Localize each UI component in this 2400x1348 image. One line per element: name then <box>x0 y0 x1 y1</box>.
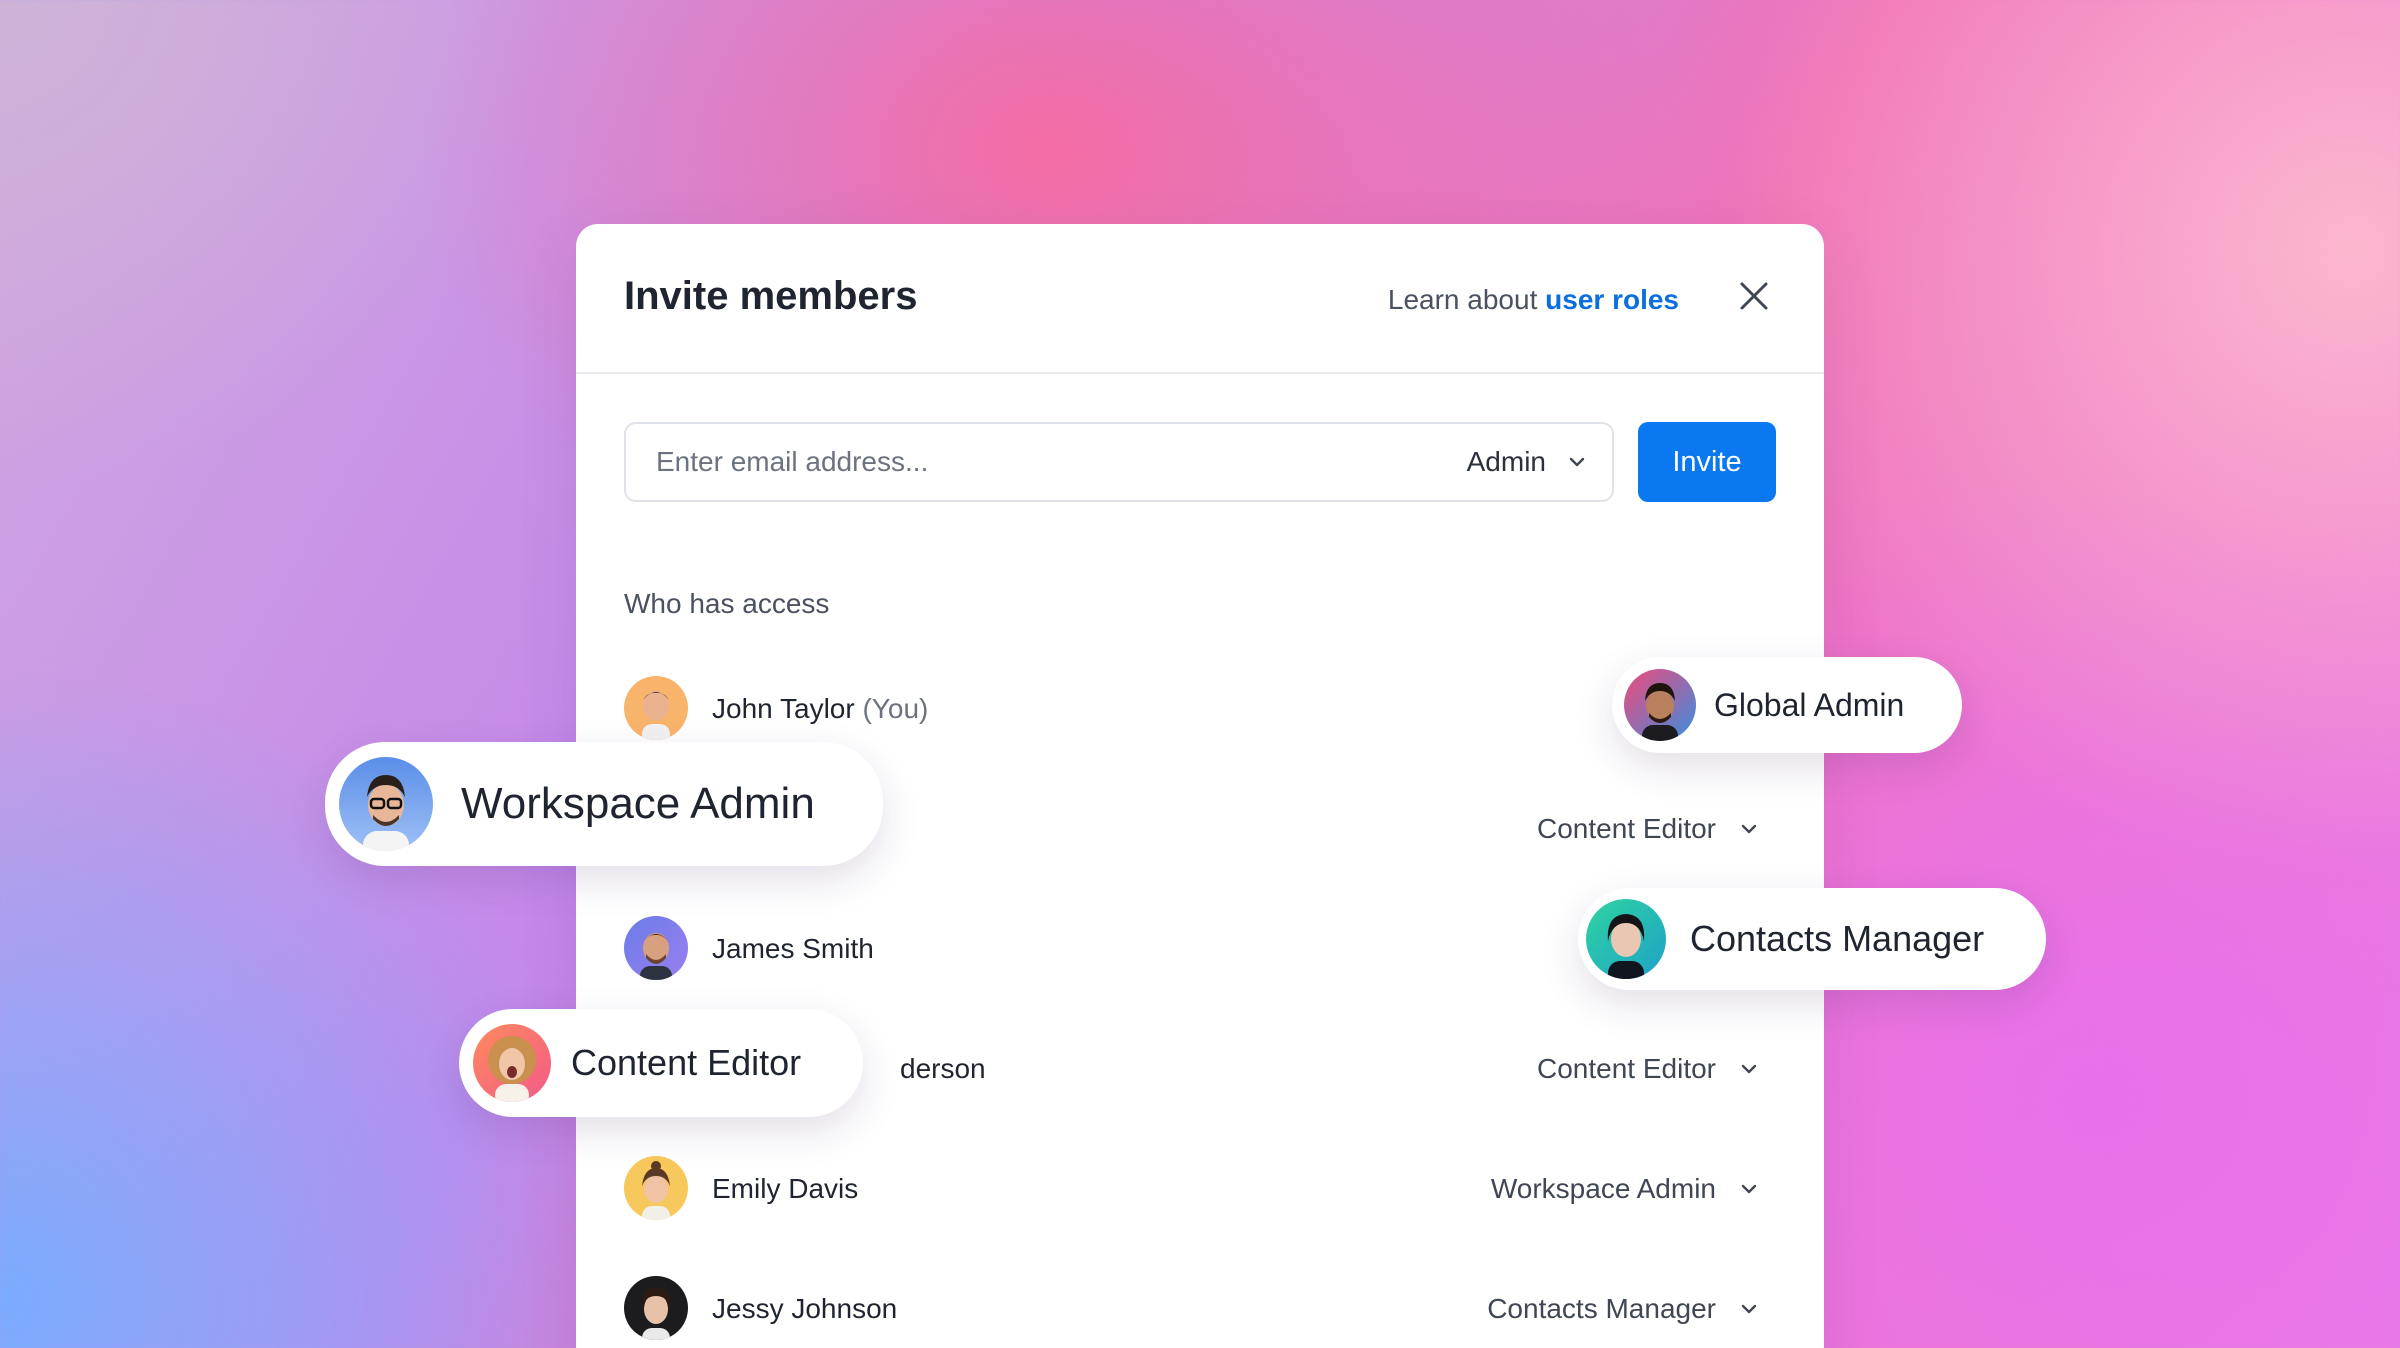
close-icon[interactable] <box>1732 274 1776 318</box>
role-badge-label: Workspace Admin <box>461 779 815 828</box>
dialog-header: Invite members Learn about user roles <box>576 224 1824 374</box>
member-name: John Taylor (You) <box>712 693 928 725</box>
learn-prefix: Learn about <box>1387 284 1546 315</box>
avatar <box>1624 669 1696 741</box>
member-role-value: Content Editor <box>1537 813 1716 844</box>
avatar <box>339 757 433 851</box>
chevron-down-icon <box>1569 457 1585 467</box>
member-role-dropdown[interactable]: Contacts Manager <box>1487 1293 1758 1325</box>
role-dropdown[interactable]: Admin <box>1467 424 1586 500</box>
you-tag: (You) <box>862 693 929 724</box>
member-name: derson <box>900 1053 986 1084</box>
member-name: Jessy Johnson <box>712 1293 898 1324</box>
role-badge-content-editor: Content Editor <box>459 1009 863 1117</box>
member-role-value: Contacts Manager <box>1487 1293 1716 1324</box>
email-input[interactable] <box>656 424 1356 500</box>
user-roles-link[interactable]: user roles <box>1545 284 1679 315</box>
learn-about-roles: Learn about user roles <box>1388 284 1679 316</box>
role-badge-label: Content Editor <box>571 1042 802 1083</box>
who-has-access-label: Who has access <box>624 588 830 619</box>
member-role-value: Content Editor <box>1537 1053 1716 1084</box>
member-role-dropdown[interactable]: Workspace Admin <box>1491 1173 1758 1205</box>
role-badge-label: Contacts Manager <box>1690 918 1985 959</box>
role-badge-contacts-manager: Contacts Manager <box>1578 888 2046 990</box>
member-name-text: John Taylor <box>712 693 855 724</box>
email-field-container: Admin <box>624 422 1614 502</box>
avatar <box>624 676 688 740</box>
member-role-value: Workspace Admin <box>1490 1173 1716 1204</box>
avatar <box>624 1156 688 1220</box>
member-role-dropdown[interactable]: Content Editor <box>1537 1053 1758 1085</box>
chevron-down-icon <box>1741 1304 1757 1314</box>
member-row: Jessy Johnson Contacts Manager <box>624 1276 1776 1346</box>
role-badge-workspace-admin: Workspace Admin <box>325 742 883 866</box>
member-row: John Taylor (You) <box>624 676 1776 746</box>
invite-button[interactable]: Invite <box>1638 422 1776 502</box>
role-dropdown-value: Admin <box>1466 446 1546 477</box>
role-badge-label: Global Admin <box>1714 686 1905 723</box>
chevron-down-icon <box>1741 824 1757 834</box>
member-role-dropdown[interactable]: Content Editor <box>1537 813 1758 845</box>
dialog-title: Invite members <box>624 274 918 318</box>
role-badge-global-admin: Global Admin <box>1612 657 1962 753</box>
member-name: Emily Davis <box>712 1173 859 1204</box>
avatar <box>1586 899 1666 979</box>
avatar <box>624 916 688 980</box>
chevron-down-icon <box>1741 1184 1757 1194</box>
chevron-down-icon <box>1741 1064 1757 1074</box>
avatar <box>624 1276 688 1340</box>
member-row: Emily Davis Workspace Admin <box>624 1156 1776 1226</box>
member-name: James Smith <box>712 933 874 964</box>
invite-form: Admin Invite <box>624 422 1776 502</box>
avatar <box>473 1024 551 1102</box>
